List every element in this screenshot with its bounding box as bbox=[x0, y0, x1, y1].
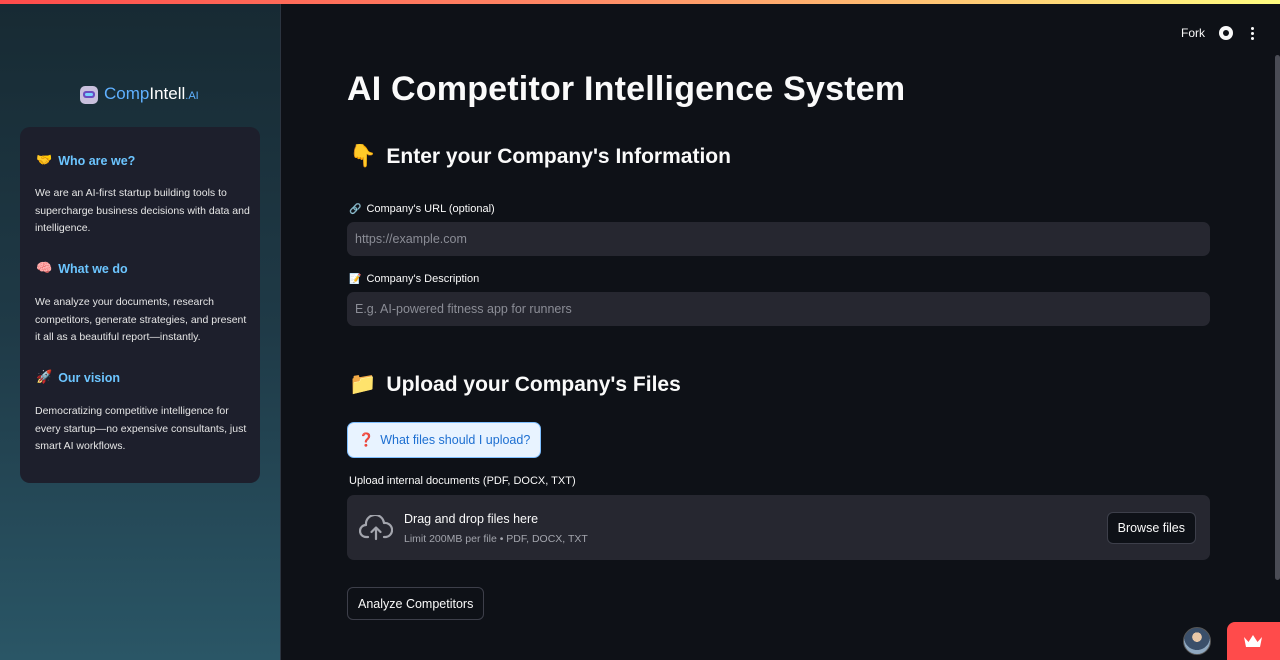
link-icon: 🔗 bbox=[349, 203, 362, 215]
what-files-help-button[interactable]: ❓ What files should I upload? bbox=[347, 422, 542, 458]
logo-text: CompIntell.AI bbox=[104, 84, 199, 103]
sidebar: CompIntell.AI 🤝 Who are we? We are an AI… bbox=[0, 0, 281, 660]
streamlit-badge[interactable] bbox=[1227, 622, 1280, 660]
file-dropzone[interactable]: Drag and drop files here Limit 200MB per… bbox=[347, 495, 1210, 560]
scrollbar[interactable] bbox=[1275, 55, 1280, 580]
app-logo: CompIntell.AI bbox=[80, 84, 199, 106]
crown-icon bbox=[1244, 635, 1262, 647]
dropzone-title: Drag and drop files here bbox=[404, 512, 539, 526]
question-mark-icon: ❓ bbox=[358, 432, 375, 447]
who-are-we-text: We are an AI-first startup building tool… bbox=[35, 187, 250, 234]
page-title: AI Competitor Intelligence System bbox=[347, 70, 906, 108]
about-card: 🤝 Who are we? We are an AI-first startup… bbox=[20, 127, 260, 483]
robot-icon bbox=[80, 86, 98, 104]
handshake-icon: 🤝 bbox=[36, 153, 53, 168]
cloud-upload-icon bbox=[359, 515, 393, 541]
pointing-down-icon: 👇 bbox=[349, 144, 377, 169]
our-vision-heading: 🚀 Our vision bbox=[36, 370, 121, 385]
our-vision-text: Democratizing competitive intelligence f… bbox=[35, 405, 247, 452]
avatar[interactable] bbox=[1183, 627, 1211, 655]
folder-icon: 📁 bbox=[349, 372, 377, 397]
github-icon[interactable] bbox=[1219, 26, 1233, 40]
upload-section-title: 📁 Upload your Company's Files bbox=[349, 372, 681, 397]
dropzone-limits: Limit 200MB per file • PDF, DOCX, TXT bbox=[404, 533, 588, 545]
top-accent-bar bbox=[0, 0, 1280, 4]
header-toolbar: Fork bbox=[1181, 26, 1258, 40]
company-url-input[interactable] bbox=[347, 222, 1210, 256]
info-section-title: 👇 Enter your Company's Information bbox=[349, 144, 731, 169]
memo-icon: 📝 bbox=[349, 273, 362, 285]
what-we-do-text: We analyze your documents, research comp… bbox=[35, 296, 247, 343]
description-field-label: 📝 Company's Description bbox=[349, 273, 480, 285]
main-content: Fork AI Competitor Intelligence System 👇… bbox=[281, 0, 1280, 660]
company-description-input[interactable] bbox=[347, 292, 1210, 326]
analyze-competitors-button[interactable]: Analyze Competitors bbox=[347, 587, 485, 620]
url-field-label: 🔗 Company's URL (optional) bbox=[349, 203, 495, 215]
fork-link[interactable]: Fork bbox=[1181, 26, 1205, 40]
rocket-icon: 🚀 bbox=[36, 370, 53, 385]
uploader-label: Upload internal documents (PDF, DOCX, TX… bbox=[349, 475, 576, 487]
brain-icon: 🧠 bbox=[36, 261, 53, 276]
browse-files-button[interactable]: Browse files bbox=[1106, 512, 1196, 544]
what-we-do-heading: 🧠 What we do bbox=[36, 261, 128, 276]
more-vertical-icon[interactable] bbox=[1247, 26, 1258, 40]
who-are-we-heading: 🤝 Who are we? bbox=[36, 153, 136, 168]
